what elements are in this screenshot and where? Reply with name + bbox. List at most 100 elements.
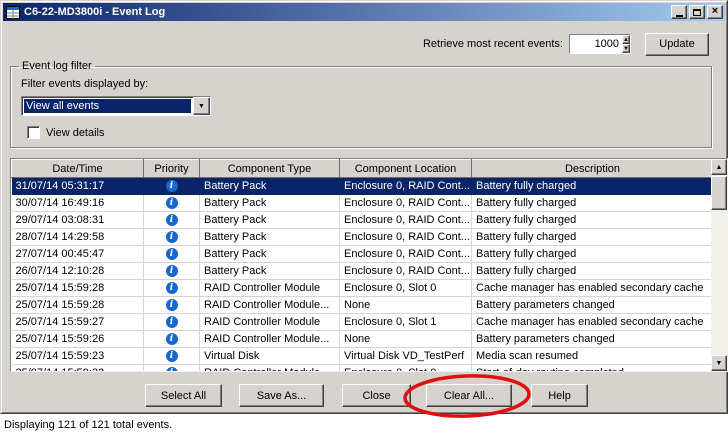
cell-component-type[interactable]: Battery Pack <box>200 178 340 195</box>
table-row[interactable]: 30/07/14 16:49:16 i Battery PackEnclosure … <box>12 195 712 212</box>
col-header-priority[interactable]: Priority <box>144 160 200 178</box>
cell-datetime[interactable]: 25/07/14 15:59:28 <box>12 280 144 297</box>
select-all-button[interactable]: Select All <box>145 384 222 407</box>
cell-datetime[interactable]: 25/07/14 15:59:22 <box>12 365 144 372</box>
table-row[interactable]: 25/07/14 15:59:28iRAID Controller Module… <box>12 280 712 297</box>
cell-component-type[interactable]: RAID Controller Module... <box>200 297 340 314</box>
cell-datetime[interactable]: 25/07/14 15:59:27 <box>12 314 144 331</box>
cell-datetime[interactable]: 31/07/14 05:31:17 <box>12 178 144 195</box>
cell-description[interactable]: Battery fully charged <box>472 246 712 263</box>
table-row[interactable]: 31/07/14 05:31:17iBattery PackEnclosure … <box>12 178 712 195</box>
cell-datetime[interactable]: 29/07/14 03:08:31 <box>12 212 144 229</box>
view-details-checkbox[interactable] <box>27 126 40 139</box>
cell-component-type[interactable]: Battery Pack <box>200 229 340 246</box>
table-row[interactable]: 25/07/14 15:59:27iRAID Controller Module… <box>12 314 712 331</box>
help-button[interactable]: Help <box>531 384 588 407</box>
cell-datetime[interactable]: 25/07/14 15:59:28 <box>12 297 144 314</box>
spinner-down-button[interactable]: ▼ <box>622 44 630 53</box>
info-icon: i <box>166 197 178 209</box>
scroll-thumb[interactable] <box>711 176 727 210</box>
cell-description[interactable]: Battery parameters changed <box>472 331 712 348</box>
cell-datetime[interactable]: 27/07/14 00:45:47 <box>12 246 144 263</box>
col-header-component-type[interactable]: Component Type <box>200 160 340 178</box>
cell-priority[interactable]: i <box>144 229 200 246</box>
retrieve-count-input[interactable] <box>570 35 622 53</box>
clear-all-button[interactable]: Clear All... <box>426 384 512 407</box>
cell-datetime[interactable]: 25/07/14 15:59:26 <box>12 331 144 348</box>
cell-component-location[interactable]: Virtual Disk VD_TestPerf <box>340 348 472 365</box>
cell-description[interactable]: Battery fully charged <box>472 195 712 212</box>
table-row[interactable]: 28/07/14 14:29:58iBattery PackEnclosure … <box>12 229 712 246</box>
cell-component-type[interactable]: RAID Controller Module <box>200 280 340 297</box>
cell-description[interactable]: Battery fully charged <box>472 178 712 195</box>
cell-priority[interactable]: i <box>144 297 200 314</box>
cell-component-type[interactable]: RAID Controller Module <box>200 314 340 331</box>
cell-description[interactable]: Battery fully charged <box>472 212 712 229</box>
cell-component-type[interactable]: Battery Pack <box>200 195 340 212</box>
cell-priority[interactable]: i <box>144 212 200 229</box>
close-dialog-button[interactable]: Close <box>342 384 411 407</box>
cell-priority[interactable]: i <box>144 331 200 348</box>
cell-description[interactable]: Battery fully charged <box>472 229 712 246</box>
cell-priority[interactable]: i <box>144 348 200 365</box>
update-button[interactable]: Update <box>645 33 709 56</box>
cell-component-location[interactable]: None <box>340 297 472 314</box>
cell-component-type[interactable]: Battery Pack <box>200 246 340 263</box>
table-row[interactable]: 26/07/14 12:10:28iBattery PackEnclosure … <box>12 263 712 280</box>
cell-component-type[interactable]: RAID Controller Module <box>200 365 340 372</box>
dropdown-arrow-button[interactable]: ▼ <box>193 97 210 115</box>
cell-component-location[interactable]: Enclosure 0, RAID Cont... <box>340 246 472 263</box>
cell-component-location[interactable]: None <box>340 331 472 348</box>
cell-component-location[interactable]: Enclosure 0, RAID Cont... <box>340 195 472 212</box>
cell-component-location[interactable]: Enclosure 0, Slot 1 <box>340 314 472 331</box>
cell-component-location[interactable]: Enclosure 0, Slot 0 <box>340 280 472 297</box>
minimize-button[interactable] <box>671 5 687 19</box>
retrieve-count-spinner[interactable]: ▲ ▼ <box>569 34 631 54</box>
cell-component-type[interactable]: RAID Controller Module... <box>200 331 340 348</box>
cell-component-location[interactable]: Enclosure 0, Slot 0 <box>340 365 472 372</box>
spinner-up-button[interactable]: ▲ <box>622 35 630 44</box>
cell-component-location[interactable]: Enclosure 0, RAID Cont... <box>340 178 472 195</box>
table-row[interactable]: 25/07/14 15:59:28iRAID Controller Module… <box>12 297 712 314</box>
col-header-component-location[interactable]: Component Location <box>340 160 472 178</box>
cell-description[interactable]: Start-of-day routine completed <box>472 365 712 372</box>
table-row[interactable]: 25/07/14 15:59:26iRAID Controller Module… <box>12 331 712 348</box>
cell-description[interactable]: Cache manager has enabled secondary cach… <box>472 314 712 331</box>
cell-description[interactable]: Media scan resumed <box>472 348 712 365</box>
cell-component-type[interactable]: Virtual Disk <box>200 348 340 365</box>
table-row[interactable]: 29/07/14 03:08:31iBattery PackEnclosure … <box>12 212 712 229</box>
cell-priority[interactable]: i <box>144 178 200 195</box>
table-row[interactable]: 25/07/14 15:59:22iRAID Controller Module… <box>12 365 712 372</box>
col-header-description[interactable]: Description <box>472 160 712 178</box>
table-scrollbar[interactable]: ▲ ▼ <box>711 159 727 371</box>
cell-component-location[interactable]: Enclosure 0, RAID Cont... <box>340 263 472 280</box>
col-header-datetime[interactable]: Date/Time <box>12 160 144 178</box>
scroll-up-button[interactable]: ▲ <box>711 159 727 175</box>
cell-datetime[interactable]: 26/07/14 12:10:28 <box>12 263 144 280</box>
cell-description[interactable]: Battery fully charged <box>472 263 712 280</box>
cell-component-type[interactable]: Battery Pack <box>200 263 340 280</box>
filter-dropdown[interactable]: View all events ▼ <box>21 96 211 116</box>
cell-datetime[interactable]: 30/07/14 16:49:16 <box>12 195 144 212</box>
scroll-down-button[interactable]: ▼ <box>711 355 727 371</box>
cell-datetime[interactable]: 25/07/14 15:59:23 <box>12 348 144 365</box>
table-row[interactable]: 27/07/14 00:45:47iBattery PackEnclosure … <box>12 246 712 263</box>
maximize-button[interactable] <box>689 5 705 19</box>
save-as-button[interactable]: Save As... <box>239 384 324 407</box>
cell-priority[interactable]: i <box>144 246 200 263</box>
close-button[interactable]: × <box>707 5 723 19</box>
cell-datetime[interactable]: 28/07/14 14:29:58 <box>12 229 144 246</box>
table-row[interactable]: 25/07/14 15:59:23iVirtual DiskVirtual Di… <box>12 348 712 365</box>
cell-component-type[interactable]: Battery Pack <box>200 212 340 229</box>
cell-priority[interactable]: i <box>144 314 200 331</box>
cell-component-location[interactable]: Enclosure 0, RAID Cont... <box>340 229 472 246</box>
titlebar[interactable]: C6-22-MD3800i - Event Log × <box>3 3 725 21</box>
cell-priority[interactable]: i <box>144 280 200 297</box>
cell-priority[interactable]: i <box>144 263 200 280</box>
cell-description[interactable]: Cache manager has enabled secondary cach… <box>472 280 712 297</box>
view-details-option[interactable]: View details <box>27 126 105 139</box>
cell-description[interactable]: Battery parameters changed <box>472 297 712 314</box>
cell-priority[interactable]: i <box>144 195 200 212</box>
cell-priority[interactable]: i <box>144 365 200 372</box>
cell-component-location[interactable]: Enclosure 0, RAID Cont... <box>340 212 472 229</box>
